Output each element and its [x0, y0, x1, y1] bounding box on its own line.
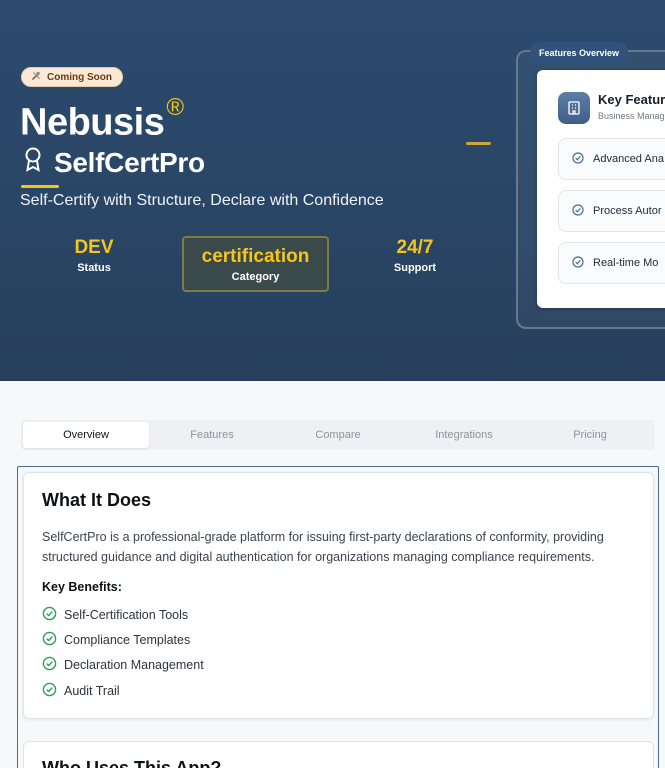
tab-integrations[interactable]: Integrations: [401, 422, 527, 448]
feature-item[interactable]: Process Autor: [558, 190, 665, 232]
feature-item[interactable]: Real-time Mo: [558, 242, 665, 284]
tab-compare[interactable]: Compare: [275, 422, 401, 448]
check-circle-icon: [42, 682, 57, 700]
features-panel-subtitle: Business Manag: [598, 111, 665, 121]
feature-item-text: Process Autor: [593, 205, 662, 217]
feature-item-text: Real-time Mo: [593, 257, 659, 269]
decorative-dash: [466, 142, 491, 145]
product-title: SelfCertPro: [22, 146, 205, 179]
benefit-text: Self-Certification Tools: [64, 608, 189, 622]
registered-mark: ®: [166, 94, 184, 121]
stat-value: certification: [201, 246, 310, 267]
check-circle-icon: [572, 255, 584, 271]
brand-name: Nebusis: [20, 101, 165, 144]
brand-title: Nebusis®: [20, 94, 184, 145]
award-ribbon-icon: [22, 146, 44, 179]
hero-section: Coming Soon Nebusis® SelfCertPro Self-Ce…: [0, 0, 665, 381]
features-panel-title: Key Feature: [598, 92, 665, 107]
benefit-item: Audit Trail: [42, 682, 120, 700]
stat-status: DEV Status: [68, 237, 120, 274]
hammer-wrench-icon: [31, 70, 42, 84]
stat-category: certification Category: [182, 236, 329, 292]
benefit-item: Self-Certification Tools: [42, 606, 188, 624]
who-uses-card: Who Uses This App?: [23, 741, 654, 768]
benefit-text: Compliance Templates: [64, 633, 191, 647]
benefit-text: Audit Trail: [64, 684, 120, 698]
stat-support: 24/7 Support: [389, 237, 441, 274]
what-it-does-card: What It Does SelfCertPro is a profession…: [23, 472, 654, 719]
check-circle-icon: [42, 606, 57, 624]
feature-item[interactable]: Advanced Ana: [558, 138, 665, 180]
stat-label: Status: [77, 262, 111, 274]
check-circle-icon: [572, 203, 584, 219]
section-title: Who Uses This App?: [42, 758, 222, 768]
coming-soon-badge: Coming Soon: [21, 67, 123, 87]
tab-bar: Overview Features Compare Integrations P…: [21, 420, 655, 450]
features-overview-label: Features Overview: [530, 42, 629, 63]
tab-overview[interactable]: Overview: [23, 422, 149, 448]
stat-value: DEV: [74, 237, 114, 258]
stat-value: 24/7: [396, 237, 434, 258]
check-circle-icon: [572, 151, 584, 167]
feature-item-text: Advanced Ana: [593, 153, 664, 165]
benefit-item: Declaration Management: [42, 656, 204, 674]
tab-features[interactable]: Features: [149, 422, 275, 448]
benefit-item: Compliance Templates: [42, 631, 190, 649]
section-description: SelfCertPro is a professional-grade plat…: [42, 530, 604, 564]
product-name: SelfCertPro: [54, 146, 205, 178]
tab-pricing[interactable]: Pricing: [527, 422, 653, 448]
title-underline: [21, 185, 59, 188]
benefit-text: Declaration Management: [64, 658, 204, 672]
stat-label: Support: [393, 262, 437, 274]
badge-text: Coming Soon: [47, 71, 112, 83]
features-overview-card: Key Feature Business Manag Advanced Ana …: [537, 70, 665, 308]
section-title: What It Does: [42, 490, 152, 510]
check-circle-icon: [42, 656, 57, 674]
benefits-heading: Key Benefits:: [42, 580, 122, 594]
building-icon: [558, 92, 590, 124]
check-circle-icon: [42, 631, 57, 649]
stat-label: Category: [231, 271, 280, 283]
tagline: Self-Certify with Structure, Declare wit…: [20, 192, 384, 209]
